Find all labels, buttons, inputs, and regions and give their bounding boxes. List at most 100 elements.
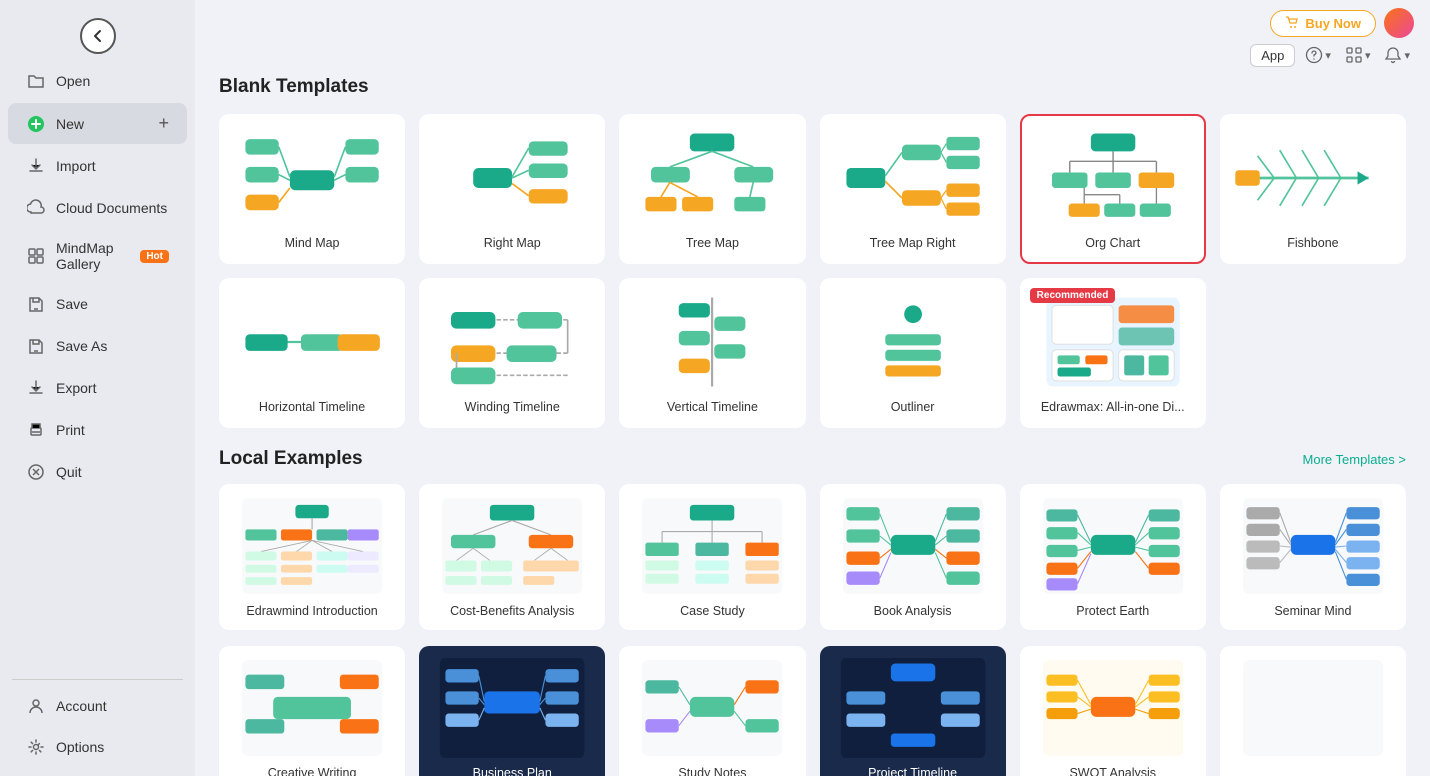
template-tree-map[interactable]: Tree Map — [619, 114, 805, 264]
plus-icon: + — [158, 113, 169, 134]
cloud-icon — [26, 198, 46, 218]
row2-3-label: Study Notes — [678, 766, 746, 776]
winding-timeline-label: Winding Timeline — [465, 400, 560, 414]
buy-now-button[interactable]: Buy Now — [1270, 10, 1376, 37]
example-seminar-mind[interactable]: Seminar Mind — [1220, 484, 1406, 630]
example-book-analysis[interactable]: Book Analysis — [820, 484, 1006, 630]
winding-timeline-preview — [433, 292, 591, 392]
import-icon — [26, 156, 46, 176]
horizontal-timeline-label: Horizontal Timeline — [259, 400, 365, 414]
sidebar-item-options[interactable]: Options — [8, 727, 187, 767]
cost-benefits-label: Cost-Benefits Analysis — [450, 604, 574, 618]
outliner-label: Outliner — [891, 400, 935, 414]
blank-templates-grid: Mind Map Right Map — [219, 114, 1406, 428]
more-templates-link[interactable]: More Templates > — [1303, 452, 1406, 467]
right-map-label: Right Map — [484, 236, 541, 250]
cart-icon — [1285, 16, 1299, 30]
horizontal-timeline-preview — [233, 292, 391, 392]
vertical-timeline-label: Vertical Timeline — [667, 400, 758, 414]
example-row2-1[interactable]: Creative Writing — [219, 646, 405, 776]
row2-5-label: SWOT Analysis — [1069, 766, 1156, 776]
mind-map-label: Mind Map — [285, 236, 340, 250]
local-examples-header: Local Examples More Templates > — [219, 448, 1406, 470]
template-horizontal-timeline[interactable]: Horizontal Timeline — [219, 278, 405, 428]
row2-2-preview — [431, 658, 593, 758]
recommended-badge: Recommended — [1030, 288, 1116, 303]
org-chart-label: Org Chart — [1085, 236, 1140, 250]
edrawmind-intro-preview — [231, 496, 393, 596]
protect-earth-label: Protect Earth — [1076, 604, 1149, 618]
org-chart-preview — [1034, 128, 1192, 228]
book-analysis-preview — [832, 496, 994, 596]
sidebar-item-quit[interactable]: Quit — [8, 452, 187, 492]
sidebar-item-import[interactable]: Import — [8, 146, 187, 186]
example-row2-3[interactable]: Study Notes — [619, 646, 805, 776]
book-analysis-label: Book Analysis — [874, 604, 952, 618]
tree-map-label: Tree Map — [686, 236, 739, 250]
example-cost-benefits[interactable]: Cost-Benefits Analysis — [419, 484, 605, 630]
example-edrawmind-intro[interactable]: Edrawmind Introduction — [219, 484, 405, 630]
seminar-mind-label: Seminar Mind — [1274, 604, 1351, 618]
vertical-timeline-preview — [633, 292, 791, 392]
row2-2-label: Business Plan — [473, 766, 552, 776]
settings-icon — [26, 737, 46, 757]
mind-map-preview — [233, 128, 391, 228]
protect-earth-preview — [1032, 496, 1194, 596]
gallery-icon — [26, 246, 46, 266]
example-row2-4[interactable]: Project Timeline — [820, 646, 1006, 776]
example-protect-earth[interactable]: Protect Earth — [1020, 484, 1206, 630]
template-outliner[interactable]: Outliner — [820, 278, 1006, 428]
tree-map-right-label: Tree Map Right — [870, 236, 956, 250]
template-fishbone[interactable]: Fishbone — [1220, 114, 1406, 264]
template-edrawmax[interactable]: Recommended Edrawmax: All-in-one Di... — [1020, 278, 1206, 428]
local-examples-title: Local Examples — [219, 448, 363, 470]
more-examples-grid: Creative Writing — [219, 646, 1406, 776]
row2-1-label: Creative Writing — [268, 766, 357, 776]
template-vertical-timeline[interactable]: Vertical Timeline — [619, 278, 805, 428]
example-row2-2[interactable]: Business Plan — [419, 646, 605, 776]
save-as-icon — [26, 336, 46, 356]
template-right-map[interactable]: Right Map — [419, 114, 605, 264]
template-tree-map-right[interactable]: Tree Map Right — [820, 114, 1006, 264]
example-row2-6[interactable] — [1220, 646, 1406, 776]
template-mind-map[interactable]: Mind Map — [219, 114, 405, 264]
sidebar-item-export[interactable]: Export — [8, 368, 187, 408]
case-study-label: Case Study — [680, 604, 745, 618]
tree-map-right-preview — [834, 128, 992, 228]
outliner-preview — [834, 292, 992, 392]
row2-1-preview — [231, 658, 393, 758]
app-label[interactable]: App — [1250, 44, 1295, 67]
example-row2-5[interactable]: SWOT Analysis — [1020, 646, 1206, 776]
template-org-chart[interactable]: Org Chart — [1020, 114, 1206, 264]
main-content: Blank Templates Mind Map — [195, 60, 1430, 776]
sidebar: Open New + Import Cloud Documents MindMa… — [0, 0, 195, 776]
sidebar-item-mindmap-gallery[interactable]: MindMap Gallery Hot — [8, 230, 187, 282]
template-winding-timeline[interactable]: Winding Timeline — [419, 278, 605, 428]
sidebar-item-save[interactable]: Save — [8, 284, 187, 324]
export-icon — [26, 378, 46, 398]
sidebar-item-account[interactable]: Account — [8, 686, 187, 726]
print-icon — [26, 420, 46, 440]
topbar: Buy Now — [1254, 0, 1430, 46]
hot-badge: Hot — [140, 250, 169, 263]
sidebar-divider — [12, 679, 183, 680]
sidebar-item-new[interactable]: New + — [8, 103, 187, 144]
edrawmind-intro-label: Edrawmind Introduction — [246, 604, 377, 618]
fishbone-label: Fishbone — [1287, 236, 1338, 250]
case-study-preview — [631, 496, 793, 596]
sidebar-item-cloud[interactable]: Cloud Documents — [8, 188, 187, 228]
account-icon — [26, 696, 46, 716]
row2-3-preview — [631, 658, 793, 758]
sidebar-item-save-as[interactable]: Save As — [8, 326, 187, 366]
sidebar-item-open[interactable]: Open — [8, 61, 187, 101]
row2-5-preview — [1032, 658, 1194, 758]
edrawmax-label: Edrawmax: All-in-one Di... — [1041, 400, 1185, 414]
back-button[interactable] — [80, 18, 116, 54]
cost-benefits-preview — [431, 496, 593, 596]
row2-4-preview — [832, 658, 994, 758]
example-case-study[interactable]: Case Study — [619, 484, 805, 630]
row2-4-label: Project Timeline — [868, 766, 957, 776]
avatar[interactable] — [1384, 8, 1414, 38]
sidebar-item-print[interactable]: Print — [8, 410, 187, 450]
fishbone-preview — [1234, 128, 1392, 228]
